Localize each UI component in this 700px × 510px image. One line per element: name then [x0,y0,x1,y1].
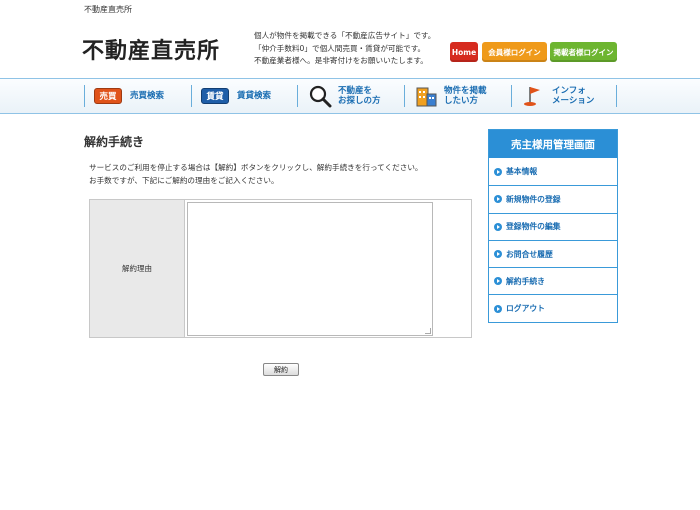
arrow-right-icon [494,304,502,313]
nav-divider [84,85,85,107]
home-button[interactable]: Home [450,42,478,62]
nav-divider [297,85,298,107]
sidebar-item-edit-property[interactable]: 登録物件の編集 [489,212,617,240]
nav-divider [616,85,617,107]
arrow-right-icon [494,277,502,286]
sidebar-item-label: 解約手続き [506,276,545,286]
intro-text: サービスのご利用を停止する場合は【解約】ボタンをクリックし、解約手続きを行ってく… [89,162,423,187]
poster-login-button[interactable]: 掲載者様ログイン [550,42,617,62]
sidebar-menu: 基本情報 新規物件の登録 登録物件の編集 お問合せ履歴 解約手続き ログアウト [489,158,617,322]
nav-post-line2: したい方 [444,96,479,106]
arrow-right-icon [494,195,502,204]
flag-icon [522,84,546,108]
sidebar-item-cancellation[interactable]: 解約手続き [489,267,617,294]
nav-information[interactable]: インフォ メーション [522,79,594,113]
reason-label: 解約理由 [90,200,185,337]
top-tagline: 不動産直売所 [84,5,132,14]
sidebar-item-logout[interactable]: ログアウト [489,294,617,321]
member-login-button[interactable]: 会員様ログイン [482,42,547,62]
description-line: 「仲介手数料0」で個人間売買・賃貸が可能です。 [254,43,426,53]
nav-find-line2: お探しの方 [338,96,381,106]
nav-post-property[interactable]: 物件を掲載 したい方 [414,79,487,113]
sidebar-item-basic-info[interactable]: 基本情報 [489,158,617,185]
arrow-right-icon [494,250,502,259]
rent-badge: 賃貸 [201,88,229,104]
nav-rent-search[interactable]: 賃貸 賃貸検索 [201,79,271,113]
arrow-right-icon [494,167,502,176]
resize-grip-icon[interactable] [425,328,431,334]
reason-textarea[interactable] [187,202,433,336]
sidebar-item-new-property[interactable]: 新規物件の登録 [489,185,617,212]
intro-line: サービスのご利用を停止する場合は【解約】ボタンをクリックし、解約手続きを行ってく… [89,163,423,172]
building-icon [414,84,438,108]
intro-line: お手数ですが、下記にご解約の理由をご記入ください。 [89,175,279,185]
global-nav: 売買 売買検索 賃貸 賃貸検索 不動産を お探しの方 物件を掲載 したい方 イン… [0,78,700,114]
site-description: 個人が物件を掲載できる「不動産広告サイト」です。 「仲介手数料0」で個人間売買・… [254,30,435,68]
arrow-right-icon [494,222,502,231]
cancellation-form: 解約理由 [89,199,472,338]
description-line: 個人が物件を掲載できる「不動産広告サイト」です。 [254,31,436,40]
nav-rent-label: 賃貸検索 [237,91,272,101]
sidebar-item-label: お問合せ履歴 [506,249,553,259]
nav-find-property[interactable]: 不動産を お探しの方 [308,79,381,113]
page-title: 解約手続き [84,135,145,149]
sidebar-item-label: ログアウト [506,304,545,314]
sidebar-title: 売主様用管理画面 [489,130,617,158]
reason-input-cell [185,200,471,337]
site-logo[interactable]: 不動産直売所 [82,33,220,65]
sidebar-item-label: 基本情報 [506,167,538,177]
nav-divider [191,85,192,107]
nav-divider [511,85,512,107]
nav-sell-search[interactable]: 売買 売買検索 [94,79,164,113]
sidebar-item-inquiry-history[interactable]: お問合せ履歴 [489,239,617,267]
sidebar-item-label: 登録物件の編集 [506,222,561,232]
sidebar-item-label: 新規物件の登録 [506,194,561,204]
nav-info-line2: メーション [552,96,595,106]
sell-badge: 売買 [94,88,122,104]
description-line: 不動産業者様へ。是非寄付けをお願いいたします。 [254,56,428,65]
cancel-membership-button[interactable]: 解約 [263,363,299,376]
nav-post-line1: 物件を掲載 [444,86,487,96]
nav-info-line1: インフォ [552,86,586,96]
magnifier-icon [308,84,332,108]
nav-sell-label: 売買検索 [130,91,165,101]
nav-find-line1: 不動産を [338,86,373,96]
nav-divider [404,85,405,107]
seller-admin-sidebar: 売主様用管理画面 基本情報 新規物件の登録 登録物件の編集 お問合せ履歴 解約手… [488,129,618,323]
